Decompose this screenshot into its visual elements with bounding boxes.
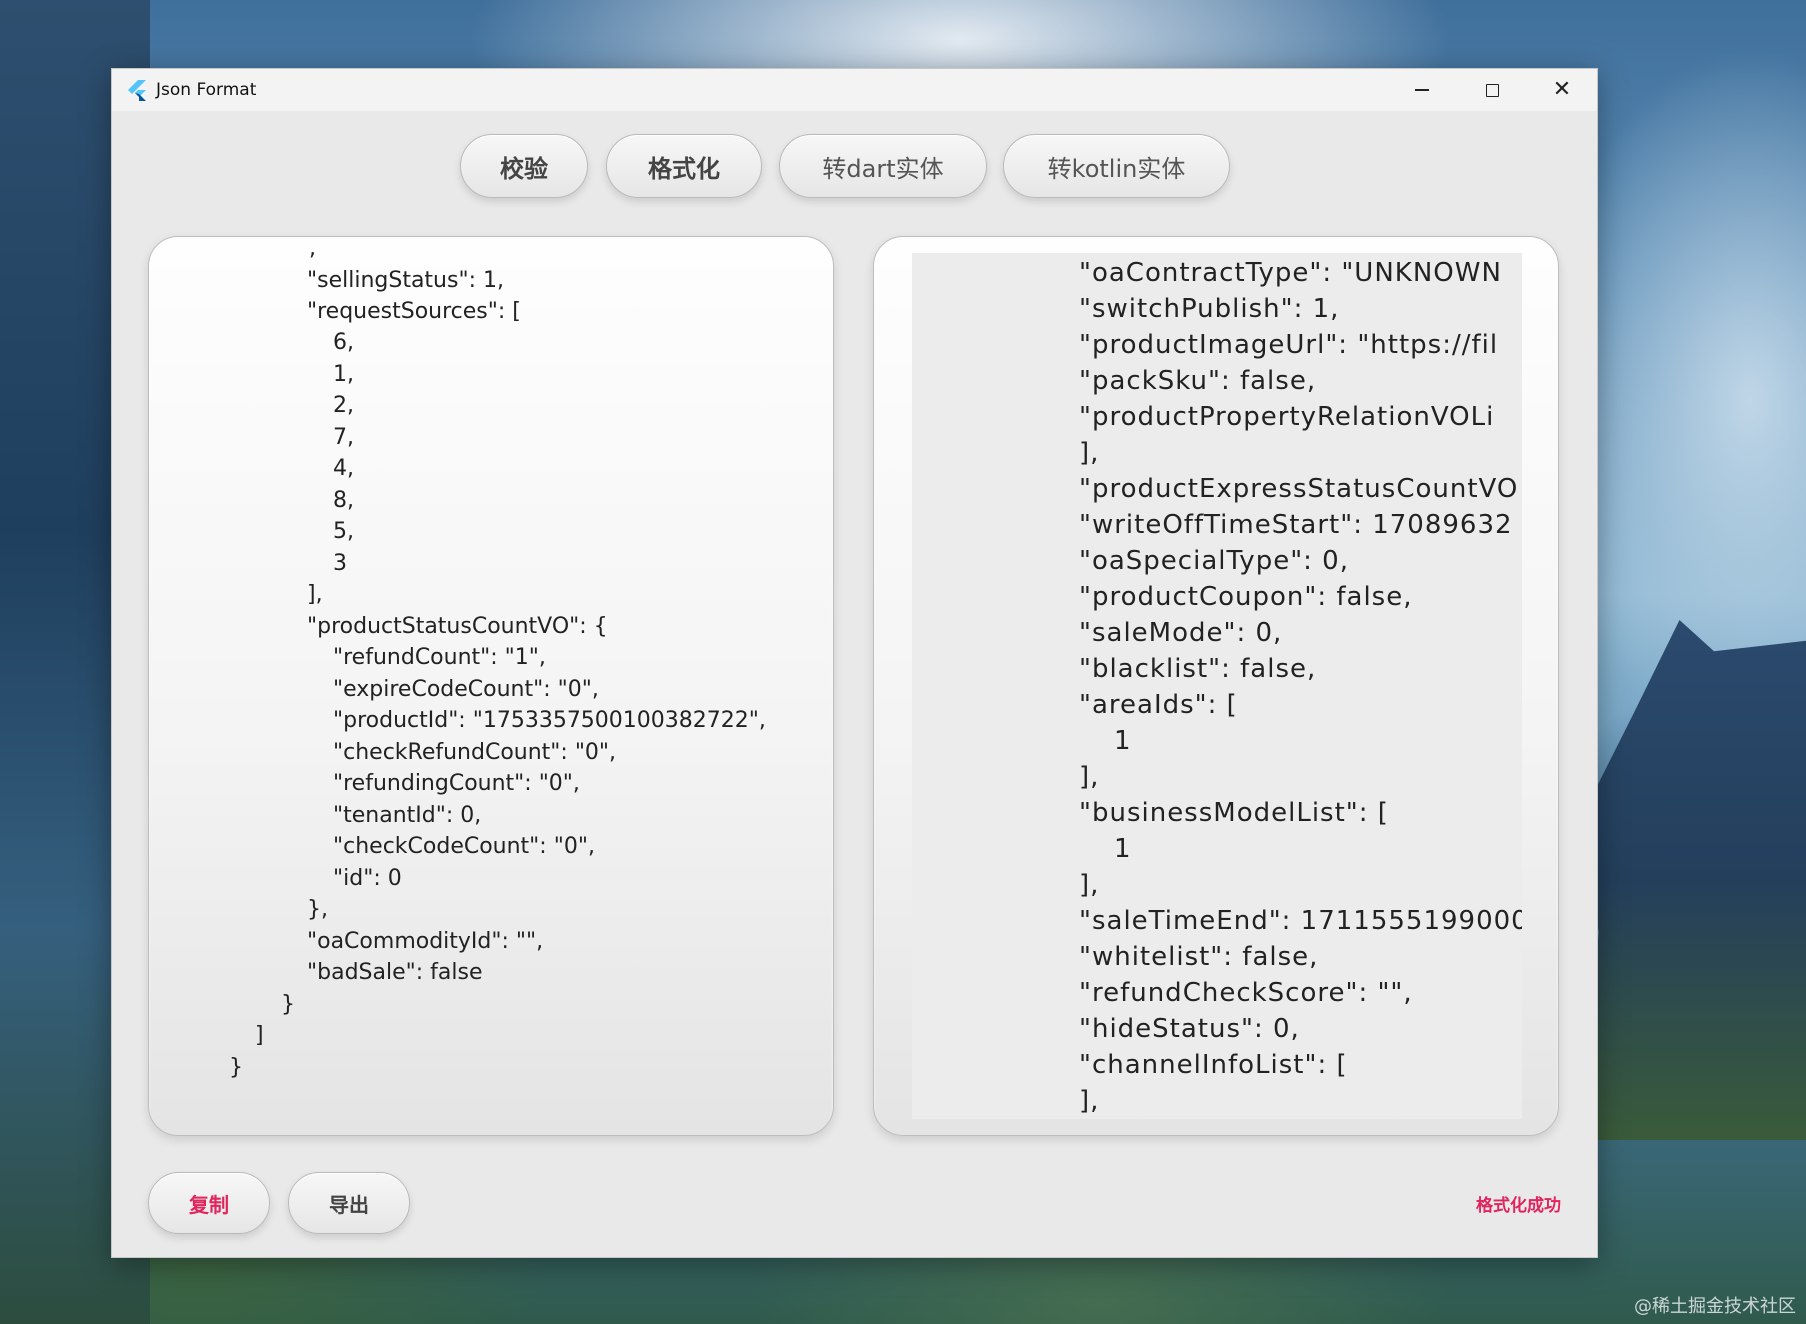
json-input-panel[interactable]: , "sellingStatus": 1, "requestSources": … xyxy=(148,236,834,1136)
status-message: 格式化成功 xyxy=(1476,1196,1561,1216)
code-line: "hideStatus": 0, xyxy=(1079,1014,1300,1044)
close-button[interactable]: ✕ xyxy=(1527,69,1597,111)
code-line: "oaContractType": "UNKNOWN xyxy=(1079,258,1502,288)
code-line: "productCoupon": false, xyxy=(1079,582,1413,612)
to-dart-button[interactable]: 转dart实体 xyxy=(779,134,987,198)
code-line: "oaSpecialType": 0, xyxy=(1079,546,1349,576)
minimize-icon xyxy=(1415,89,1429,91)
code-line: "badSale": false xyxy=(307,960,483,985)
json-output-panel[interactable]: "oaContractType": "UNKNOWN "switchPublis… xyxy=(873,236,1559,1136)
code-line: "blacklist": false, xyxy=(1079,654,1317,684)
watermark: @稀土掘金技术社区 xyxy=(1634,1296,1796,1317)
code-line: 5, xyxy=(333,519,354,544)
app-window: Json Format ✕ 校验 格式化 转dart实体 转kotlin实体 ,… xyxy=(111,68,1598,1258)
code-line: "saleMode": 0, xyxy=(1079,618,1283,648)
code-line: "tenantId": 0, xyxy=(333,803,482,828)
code-line: "expireCodeCount": "0", xyxy=(333,677,599,702)
code-line: "checkCodeCount": "0", xyxy=(333,834,595,859)
code-line: "productExpressStatusCountVO xyxy=(1079,474,1519,504)
code-line: "refundCount": "1", xyxy=(333,645,546,670)
code-line: "areaIds": [ xyxy=(1079,690,1238,720)
code-line: 7, xyxy=(333,425,354,450)
code-line: "requestSources": [ xyxy=(307,299,521,324)
window-title: Json Format xyxy=(156,80,257,100)
code-line: "id": 0 xyxy=(333,866,402,891)
code-line: ] xyxy=(255,1023,264,1048)
toolbar: 校验 格式化 转dart实体 转kotlin实体 xyxy=(112,134,1597,204)
code-line: 8, xyxy=(333,488,354,513)
code-line: "productPropertyRelationVOLi xyxy=(1079,402,1495,432)
json-output-text[interactable]: "oaContractType": "UNKNOWN "switchPublis… xyxy=(912,253,1522,1119)
code-line: "refundCheckScore": "", xyxy=(1079,978,1413,1008)
code-line: "saleTimeEnd": 1711555199000, xyxy=(1079,906,1522,936)
code-line: ], xyxy=(1079,1086,1100,1116)
code-line: "sellingStatus": 1, xyxy=(307,268,504,293)
code-line: 4, xyxy=(333,456,354,481)
format-button[interactable]: 格式化 xyxy=(606,134,762,198)
export-button[interactable]: 导出 xyxy=(288,1172,410,1234)
code-line: 6, xyxy=(333,330,354,355)
json-input-text[interactable]: , "sellingStatus": 1, "requestSources": … xyxy=(149,237,833,1135)
code-line: "whitelist": false, xyxy=(1079,942,1319,972)
code-line: "packSku": false, xyxy=(1079,366,1317,396)
code-line: 1 xyxy=(1114,726,1132,756)
maximize-icon xyxy=(1485,83,1499,97)
code-line: 1 xyxy=(1114,834,1132,864)
code-line: , xyxy=(309,237,316,261)
code-line: } xyxy=(281,992,295,1017)
code-line: ], xyxy=(1079,762,1100,792)
code-line: "channelInfoList": [ xyxy=(1079,1050,1348,1080)
validate-button[interactable]: 校验 xyxy=(460,134,588,198)
code-line: "refundingCount": "0", xyxy=(333,771,580,796)
code-line: "productId": "1753357500100382722", xyxy=(333,708,766,733)
close-icon: ✕ xyxy=(1552,77,1572,102)
minimize-button[interactable] xyxy=(1387,69,1457,111)
title-bar[interactable]: Json Format ✕ xyxy=(112,69,1597,111)
maximize-button[interactable] xyxy=(1457,69,1527,111)
code-line: 1, xyxy=(333,362,354,387)
code-line: 3 xyxy=(333,551,347,576)
code-line: } xyxy=(229,1055,243,1080)
code-line: "writeOffTimeStart": 17089632 xyxy=(1079,510,1513,540)
code-line: "productStatusCountVO": { xyxy=(307,614,608,639)
code-line: "switchPublish": 1, xyxy=(1079,294,1340,324)
code-line: ], xyxy=(307,582,323,607)
to-kotlin-button[interactable]: 转kotlin实体 xyxy=(1003,134,1230,198)
copy-button[interactable]: 复制 xyxy=(148,1172,270,1234)
code-line: ], xyxy=(1079,870,1100,900)
flutter-logo-icon xyxy=(126,79,148,101)
code-line: }, xyxy=(307,897,328,922)
wallpaper-pagoda xyxy=(1576,620,1806,1140)
code-line: 2, xyxy=(333,393,354,418)
code-line: "oaCommodityId": "", xyxy=(307,929,544,954)
code-line: "businessModelList": [ xyxy=(1079,798,1389,828)
code-line: ], xyxy=(1079,438,1100,468)
code-line: "productImageUrl": "https://fil xyxy=(1079,330,1499,360)
code-line: "checkRefundCount": "0", xyxy=(333,740,617,765)
